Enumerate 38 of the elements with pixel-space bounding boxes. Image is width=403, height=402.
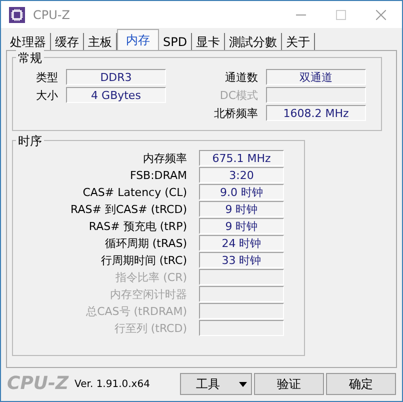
value-field: 24 时钟 <box>199 235 284 251</box>
value-field: 4 GBytes <box>66 87 166 103</box>
value-field: DDR3 <box>66 69 166 85</box>
field-label: RAS# 预充电 (tRP) <box>88 220 187 232</box>
maximize-icon[interactable] <box>336 10 346 20</box>
field-label: 通道数 <box>224 72 258 82</box>
field-label: CAS# Latency (CL) <box>82 186 187 198</box>
chip-icon <box>9 6 25 22</box>
field-label: 指令比率 (CR) <box>114 272 187 282</box>
field-label: 大小 <box>35 90 58 100</box>
field-label: 内存空闲计时器 <box>109 288 187 300</box>
field-label: 内存频率 <box>142 152 187 164</box>
tab[interactable]: 内存 <box>117 29 159 50</box>
field-label: 北桥频率 <box>213 108 258 118</box>
field-label: 行周期时间 (tRC) <box>100 254 187 266</box>
value-field: 双通道 <box>266 69 366 85</box>
field-label: FSB:DRAM <box>128 170 187 180</box>
logo: CPU-Z <box>7 375 69 393</box>
window-title: CPU-Z <box>33 6 70 24</box>
caret-icon[interactable] <box>239 382 247 386</box>
value-field: 9.0 时钟 <box>199 184 284 200</box>
value-field: 9 时钟 <box>199 218 284 234</box>
field-label: 类型 <box>35 72 58 82</box>
dialog-button[interactable]: 确定 <box>326 373 396 395</box>
field-label: 循环周期 (tRAS) <box>104 238 187 248</box>
value-field: 3:20 <box>199 167 284 183</box>
value-field: 1608.2 MHz <box>266 105 366 121</box>
value-field: 9 时钟 <box>199 201 284 217</box>
tools-button[interactable]: 工具 <box>180 373 252 395</box>
value-field: 675.1 MHz <box>199 150 284 166</box>
field-label: DC模式 <box>218 90 258 100</box>
field-label: 行至列 (tRCD) <box>113 322 187 334</box>
dialog-button[interactable]: 验证 <box>254 373 324 395</box>
value-field: 33 时钟 <box>199 252 284 268</box>
close-icon[interactable] <box>376 10 386 20</box>
field-label: RAS# 到CAS# (tRCD) <box>70 204 187 214</box>
field-label: 总CAS号 (tRDRAM) <box>85 306 187 316</box>
version-text: Ver. 1.91.0.x64 <box>74 378 150 392</box>
